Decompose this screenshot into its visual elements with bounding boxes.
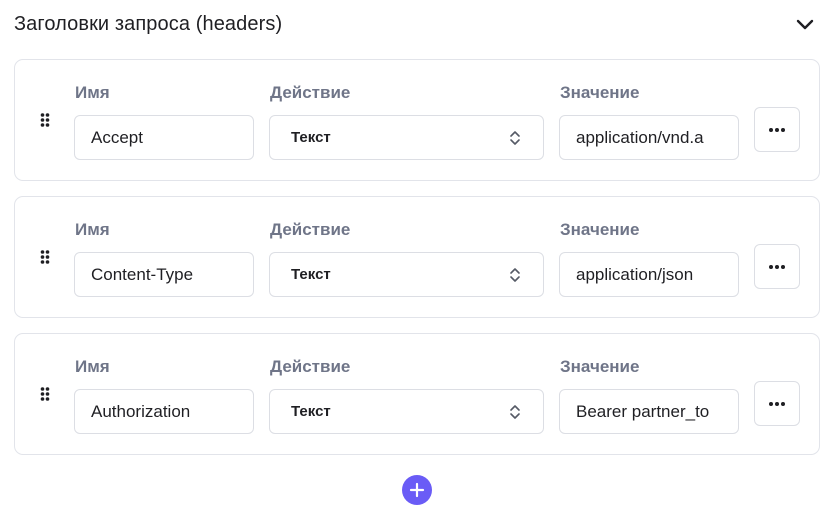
name-label: Имя <box>75 357 110 376</box>
action-select-value: Текст <box>291 403 331 420</box>
drag-handle[interactable] <box>37 247 53 267</box>
add-header-button[interactable] <box>402 475 432 505</box>
section-header: Заголовки запроса (headers) <box>0 0 836 50</box>
name-label: Имя <box>75 220 110 239</box>
drag-handle-icon <box>40 113 50 127</box>
chevron-down-icon <box>796 19 814 29</box>
action-label: Действие <box>270 83 351 102</box>
drag-handle-icon <box>40 387 50 401</box>
action-label: Действие <box>270 220 351 239</box>
plus-icon <box>409 482 425 498</box>
action-select-value: Текст <box>291 129 331 146</box>
value-input[interactable]: Bearer partner_to <box>559 389 739 434</box>
action-label: Действие <box>270 357 351 376</box>
more-horizontal-icon <box>769 127 785 132</box>
action-select[interactable]: Текст <box>269 115 544 160</box>
name-input[interactable]: Accept <box>74 115 254 160</box>
select-arrows-icon <box>510 405 520 419</box>
more-button[interactable] <box>754 381 800 426</box>
select-arrows-icon <box>510 131 520 145</box>
more-horizontal-icon <box>769 264 785 269</box>
value-label: Значение <box>560 220 640 239</box>
name-input[interactable]: Authorization <box>74 389 254 434</box>
value-label: Значение <box>560 357 640 376</box>
header-row: Имя Действие Значение Accept Текст appli… <box>14 59 820 181</box>
collapse-toggle[interactable] <box>790 10 820 38</box>
name-input[interactable]: Content-Type <box>74 252 254 297</box>
drag-handle[interactable] <box>37 384 53 404</box>
select-arrows-icon <box>510 268 520 282</box>
action-select-value: Текст <box>291 266 331 283</box>
header-row: Имя Действие Значение Authorization Текс… <box>14 333 820 455</box>
drag-handle[interactable] <box>37 110 53 130</box>
drag-handle-icon <box>40 250 50 264</box>
value-input[interactable]: application/json <box>559 252 739 297</box>
action-select[interactable]: Текст <box>269 389 544 434</box>
more-button[interactable] <box>754 107 800 152</box>
header-row: Имя Действие Значение Content-Type Текст… <box>14 196 820 318</box>
more-button[interactable] <box>754 244 800 289</box>
more-horizontal-icon <box>769 401 785 406</box>
name-label: Имя <box>75 83 110 102</box>
value-label: Значение <box>560 83 640 102</box>
value-input[interactable]: application/vnd.a <box>559 115 739 160</box>
action-select[interactable]: Текст <box>269 252 544 297</box>
section-title: Заголовки запроса (headers) <box>14 13 283 35</box>
